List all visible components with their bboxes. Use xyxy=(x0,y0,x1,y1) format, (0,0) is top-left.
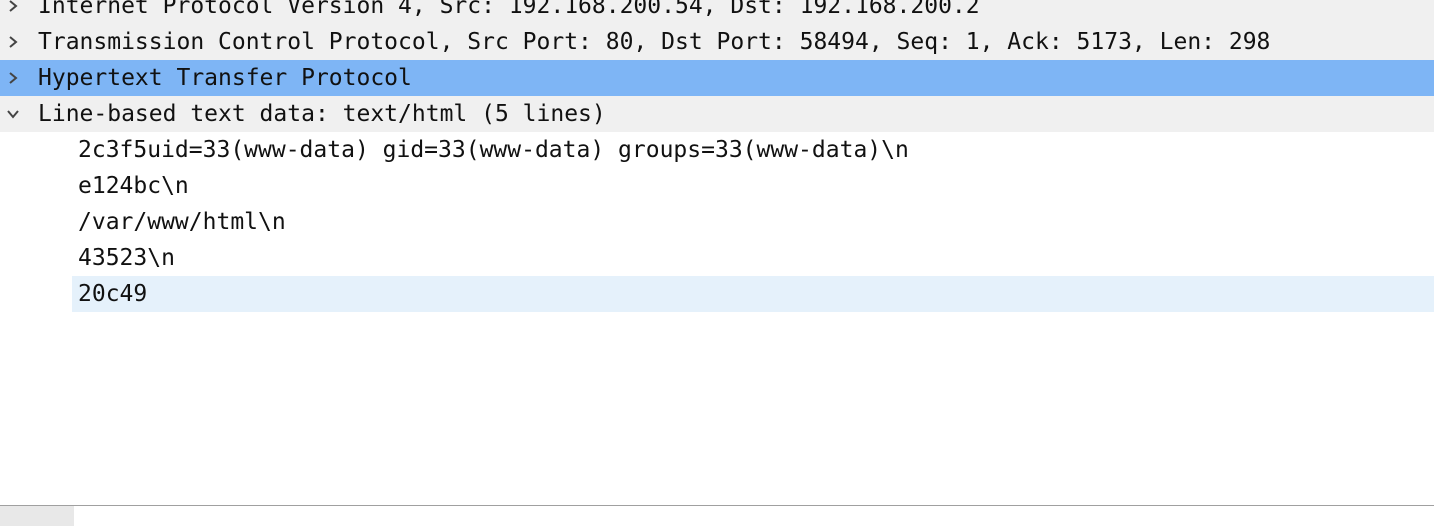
chevron-right-icon[interactable] xyxy=(4,60,22,96)
tree-row-label: Internet Protocol Version 4, Src: 192.16… xyxy=(38,0,980,19)
tree-row-http[interactable]: Hypertext Transfer Protocol xyxy=(0,60,1434,96)
text-line-value: 20c49 xyxy=(78,281,148,307)
text-line-highlighted[interactable]: 20c49 xyxy=(72,276,1434,312)
text-line[interactable]: e124bc\n xyxy=(0,168,1434,204)
packet-bytes-pane[interactable] xyxy=(0,505,1434,526)
tree-row-label: Transmission Control Protocol, Src Port:… xyxy=(38,29,1271,55)
chevron-right-icon[interactable] xyxy=(4,24,22,60)
text-line-value: 43523\n xyxy=(78,245,175,271)
tree-row-label: Line-based text data: text/html (5 lines… xyxy=(38,101,606,127)
text-line-value: 2c3f5uid=33(www-data) gid=33(www-data) g… xyxy=(78,137,909,163)
chevron-right-icon[interactable] xyxy=(4,0,22,24)
text-line[interactable]: 43523\n xyxy=(0,240,1434,276)
packet-details-tree: Internet Protocol Version 4, Src: 192.16… xyxy=(0,0,1434,312)
text-line-value: /var/www/html\n xyxy=(78,209,286,235)
text-line[interactable]: 2c3f5uid=33(www-data) gid=33(www-data) g… xyxy=(0,132,1434,168)
tree-row-ipv4[interactable]: Internet Protocol Version 4, Src: 192.16… xyxy=(0,0,1434,24)
tree-row-label: Hypertext Transfer Protocol xyxy=(38,65,412,91)
tree-row-tcp[interactable]: Transmission Control Protocol, Src Port:… xyxy=(0,24,1434,60)
tree-row-line-based-text[interactable]: Line-based text data: text/html (5 lines… xyxy=(0,96,1434,132)
chevron-down-icon[interactable] xyxy=(4,96,22,132)
bytes-offset-column xyxy=(0,506,74,526)
text-line-value: e124bc\n xyxy=(78,173,189,199)
text-line[interactable]: /var/www/html\n xyxy=(0,204,1434,240)
